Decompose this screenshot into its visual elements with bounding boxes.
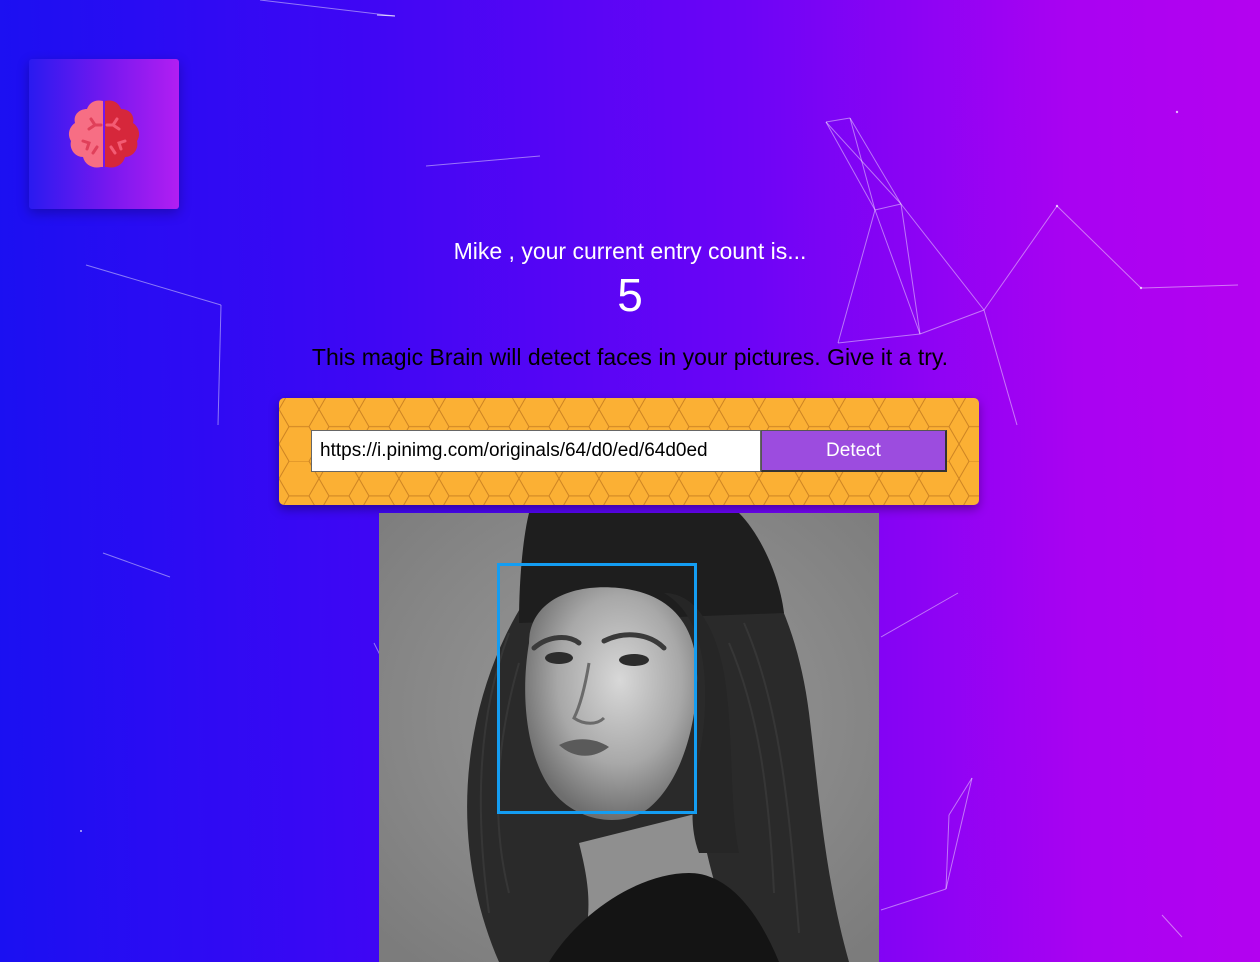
entry-count-message: Mike , your current entry count is... bbox=[453, 238, 807, 264]
tagline-text: This magic Brain will detect faces in yo… bbox=[311, 344, 949, 370]
detect-button[interactable]: Detect bbox=[761, 430, 947, 472]
brain-icon bbox=[68, 100, 140, 168]
logo-card bbox=[29, 59, 179, 209]
entry-count-value: 5 bbox=[617, 269, 643, 321]
image-link-form: Detect bbox=[279, 398, 979, 505]
image-url-input[interactable] bbox=[311, 430, 761, 472]
face-bounding-box bbox=[497, 563, 697, 814]
face-recognition-image bbox=[379, 513, 879, 962]
